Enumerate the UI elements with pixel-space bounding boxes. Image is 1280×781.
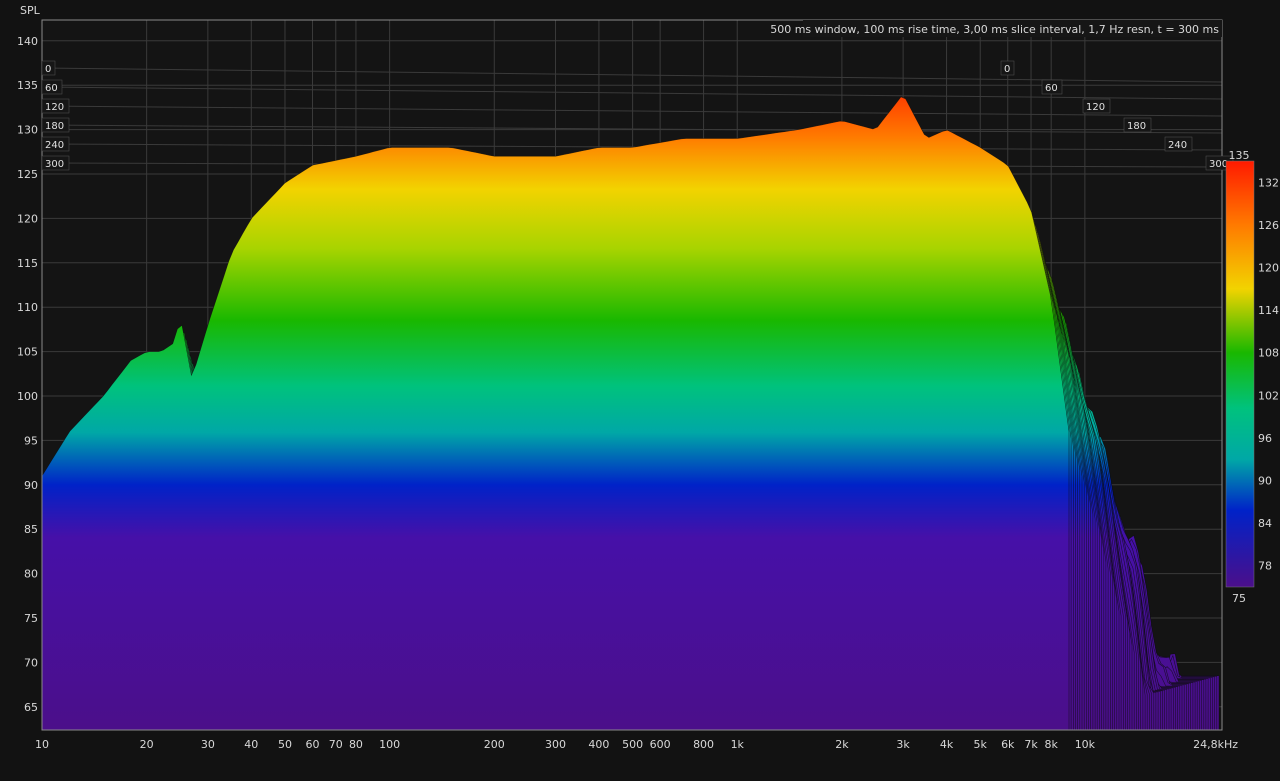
time-tick-label: 0 <box>1004 64 1010 75</box>
colorbar-tick-label: 108 <box>1258 347 1279 360</box>
y-tick-label: 65 <box>24 701 38 714</box>
y-tick-label: 90 <box>24 479 38 492</box>
x-tick-label: 5k <box>974 738 988 751</box>
colorbar-tick-label: 84 <box>1258 517 1272 530</box>
x-tick-label: 500 <box>622 738 643 751</box>
time-tick-label: 0 <box>45 64 51 75</box>
annotation-text: 500 ms window, 100 ms rise time, 3,00 ms… <box>770 23 1219 36</box>
time-tick-label: 180 <box>45 121 64 132</box>
waterfall-chart: 6570758085909510010511011512012513013514… <box>17 4 1279 751</box>
y-tick-label: 75 <box>24 612 38 625</box>
time-tick-label: 120 <box>1086 102 1105 113</box>
colorbar-tick-label: 102 <box>1258 389 1279 402</box>
time-tick-label: 300 <box>1209 159 1228 170</box>
y-tick-label: 110 <box>17 301 38 314</box>
time-tick-label: 60 <box>45 83 58 94</box>
x-tick-label: 20 <box>140 738 154 751</box>
colorbar-tick-label: 132 <box>1258 176 1279 189</box>
x-tick-label: 2k <box>835 738 849 751</box>
time-tick-label: 60 <box>1045 83 1058 94</box>
x-tick-label: 60 <box>306 738 320 751</box>
colorbar-min-label: 75 <box>1232 592 1246 605</box>
time-tick-label: 300 <box>45 159 64 170</box>
y-tick-label: 80 <box>24 568 38 581</box>
y-tick-label: 115 <box>17 257 38 270</box>
colorbar-max-label: 135 <box>1229 149 1250 162</box>
y-tick-label: 130 <box>17 124 38 137</box>
x-tick-label: 40 <box>244 738 258 751</box>
y-tick-label: 85 <box>24 523 38 536</box>
colorbar-tick-label: 126 <box>1258 219 1279 232</box>
x-tick-label: 8k <box>1045 738 1059 751</box>
x-tick-label: 6k <box>1001 738 1015 751</box>
time-tick-label: 240 <box>45 140 64 151</box>
time-tick-label: 120 <box>45 102 64 113</box>
y-tick-label: 120 <box>17 212 38 225</box>
colorbar-tick-label: 78 <box>1258 560 1272 573</box>
colorbar-tick-label: 90 <box>1258 475 1272 488</box>
colorbar: 135 75 78 84 90 96 102 108 114 120 126 132 <box>1225 149 1279 605</box>
x-tick-label: 400 <box>588 738 609 751</box>
y-tick-label: 135 <box>17 79 38 92</box>
x-tick-label: 50 <box>278 738 292 751</box>
y-tick-label: 105 <box>17 346 38 359</box>
x-tick-label: 200 <box>484 738 505 751</box>
x-tick-label: 10k <box>1075 738 1096 751</box>
x-tick-label: 10 <box>35 738 49 751</box>
x-tick-label: 7k <box>1024 738 1038 751</box>
y-tick-label: 125 <box>17 168 38 181</box>
x-tick-label: 3k <box>896 738 910 751</box>
x-tick-label: 600 <box>650 738 671 751</box>
x-tick-label: 800 <box>693 738 714 751</box>
x-tick-label: 24,8kHz <box>1193 738 1238 751</box>
x-tick-label: 70 <box>329 738 343 751</box>
colorbar-tick-label: 114 <box>1258 304 1279 317</box>
x-tick-label: 1k <box>731 738 745 751</box>
time-tick-label: 240 <box>1168 140 1187 151</box>
time-tick-label: 180 <box>1127 121 1146 132</box>
x-tick-label: 4k <box>940 738 954 751</box>
y-tick-label: 95 <box>24 434 38 447</box>
x-tick-label: 80 <box>349 738 363 751</box>
x-tick-label: 300 <box>545 738 566 751</box>
colorbar-tick-label: 96 <box>1258 432 1272 445</box>
colorbar-tick-label: 120 <box>1258 262 1279 275</box>
x-tick-label: 100 <box>379 738 400 751</box>
y-tick-label: 100 <box>17 390 38 403</box>
x-tick-label: 30 <box>201 738 215 751</box>
colorbar-fill <box>1225 160 1255 588</box>
y-tick-label: 140 <box>17 35 38 48</box>
y-axis-label: SPL <box>20 4 41 17</box>
y-tick-label: 70 <box>24 656 38 669</box>
